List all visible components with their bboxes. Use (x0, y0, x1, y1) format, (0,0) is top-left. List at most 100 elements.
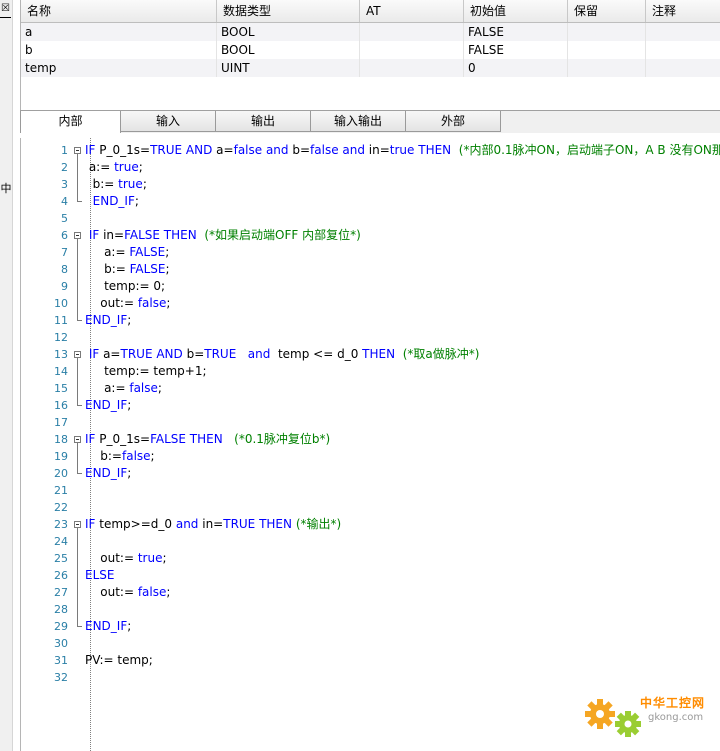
fold-end-mark (77, 320, 82, 321)
code-text[interactable]: b:=false; (85, 448, 154, 465)
fold-toggle-icon[interactable] (74, 351, 81, 358)
cell-comment[interactable] (646, 59, 720, 77)
fold-toggle-icon[interactable] (74, 436, 81, 443)
code-text[interactable]: b:= true; (85, 176, 147, 193)
code-text[interactable]: temp:= temp+1; (85, 363, 206, 380)
code-line[interactable]: 26 ELSE (21, 567, 720, 584)
code-text[interactable]: temp:= 0; (85, 278, 165, 295)
code-line[interactable]: 23 IF temp>=d_0 and in=TRUE THEN (*输出*) (21, 516, 720, 533)
code-text[interactable]: ELSE (85, 567, 114, 584)
code-line[interactable]: 6 IF in=FALSE THEN (*如果启动端OFF 内部复位*) (21, 227, 720, 244)
code-line[interactable]: 11 END_IF; (21, 312, 720, 329)
code-text[interactable]: END_IF; (85, 397, 131, 414)
cell-name[interactable]: a (21, 23, 217, 41)
cell-at[interactable] (360, 23, 464, 41)
table-row-empty[interactable] (21, 77, 720, 95)
code-line[interactable]: 1 IF P_0_1s=TRUE AND a=false and b=false … (21, 142, 720, 159)
code-text[interactable]: IF temp>=d_0 and in=TRUE THEN (*输出*) (85, 516, 341, 533)
code-line[interactable]: 24 (21, 533, 720, 550)
cell-name[interactable]: b (21, 41, 217, 59)
cell-at[interactable] (360, 41, 464, 59)
code-text[interactable]: END_IF; (85, 465, 131, 482)
tab-input-output[interactable]: 输入输出 (310, 111, 406, 132)
cell-type[interactable]: BOOL (217, 23, 360, 41)
code-text[interactable]: out:= false; (85, 295, 170, 312)
code-text[interactable]: END_IF; (85, 312, 131, 329)
code-text[interactable]: IF P_0_1s=TRUE AND a=false and b=false a… (85, 142, 720, 159)
line-number: 32 (54, 671, 68, 684)
code-line[interactable]: 18 IF P_0_1s=FALSE THEN (*0.1脉冲复位b*) (21, 431, 720, 448)
cell-at[interactable] (360, 59, 464, 77)
code-line[interactable]: 9 temp:= 0; (21, 278, 720, 295)
code-line[interactable]: 20 END_IF; (21, 465, 720, 482)
code-line[interactable]: 25 out:= true; (21, 550, 720, 567)
cell-initial[interactable]: FALSE (464, 23, 568, 41)
table-row[interactable]: a BOOL FALSE (21, 23, 720, 41)
code-line[interactable]: 3 b:= true; (21, 176, 720, 193)
cell-type[interactable]: BOOL (217, 41, 360, 59)
cell-name[interactable]: temp (21, 59, 217, 77)
cell-comment[interactable] (646, 23, 720, 41)
code-text[interactable]: PV:= temp; (85, 652, 153, 669)
code-text[interactable]: b:= FALSE; (85, 261, 170, 278)
column-header-at[interactable]: AT (360, 0, 464, 22)
code-line[interactable]: 13 IF a=TRUE AND b=TRUE and temp <= d_0 … (21, 346, 720, 363)
code-text[interactable]: out:= false; (85, 584, 170, 601)
code-line[interactable]: 32 (21, 669, 720, 686)
code-text[interactable]: END_IF; (85, 193, 139, 210)
cell-initial[interactable]: FALSE (464, 41, 568, 59)
code-line[interactable]: 8 b:= FALSE; (21, 261, 720, 278)
code-editor[interactable]: 1 IF P_0_1s=TRUE AND a=false and b=false … (20, 138, 720, 751)
code-line[interactable]: 4 END_IF; (21, 193, 720, 210)
table-row[interactable]: temp UINT 0 (21, 59, 720, 77)
code-line[interactable]: 7 a:= FALSE; (21, 244, 720, 261)
code-line[interactable]: 12 (21, 329, 720, 346)
code-line[interactable]: 19 b:=false; (21, 448, 720, 465)
code-text[interactable]: a:= true; (85, 159, 143, 176)
tab-internal[interactable]: 内部 (20, 111, 121, 133)
code-line[interactable]: 30 (21, 635, 720, 652)
cell-retain[interactable] (568, 23, 646, 41)
tab-output[interactable]: 输出 (215, 111, 311, 132)
column-header-comment[interactable]: 注释 (646, 0, 720, 22)
code-line[interactable]: 14 temp:= temp+1; (21, 363, 720, 380)
line-number: 11 (54, 314, 68, 327)
line-number: 25 (54, 552, 68, 565)
code-line[interactable]: 15 a:= false; (21, 380, 720, 397)
tab-input[interactable]: 输入 (120, 111, 216, 132)
code-text[interactable]: IF P_0_1s=FALSE THEN (*0.1脉冲复位b*) (85, 431, 330, 448)
close-icon[interactable]: ☒ (0, 2, 11, 18)
fold-end-mark (77, 405, 82, 406)
code-line[interactable]: 29 END_IF; (21, 618, 720, 635)
code-text[interactable]: a:= FALSE; (85, 244, 169, 261)
code-line[interactable]: 27 out:= false; (21, 584, 720, 601)
code-line[interactable]: 10 out:= false; (21, 295, 720, 312)
cell-type[interactable]: UINT (217, 59, 360, 77)
fold-toggle-icon[interactable] (74, 521, 81, 528)
code-text[interactable]: out:= true; (85, 550, 166, 567)
cell-comment[interactable] (646, 41, 720, 59)
column-header-type[interactable]: 数据类型 (217, 0, 360, 22)
table-row[interactable]: b BOOL FALSE (21, 41, 720, 59)
column-header-retain[interactable]: 保留 (568, 0, 646, 22)
fold-toggle-icon[interactable] (74, 147, 81, 154)
code-text[interactable]: a:= false; (85, 380, 162, 397)
code-line[interactable]: 21 (21, 482, 720, 499)
code-line[interactable]: 22 (21, 499, 720, 516)
code-line[interactable]: 17 (21, 414, 720, 431)
code-text[interactable]: IF in=FALSE THEN (*如果启动端OFF 内部复位*) (85, 227, 361, 244)
fold-toggle-icon[interactable] (74, 232, 81, 239)
cell-retain[interactable] (568, 41, 646, 59)
code-text[interactable]: IF a=TRUE AND b=TRUE and temp <= d_0 THE… (85, 346, 480, 363)
code-line[interactable]: 28 (21, 601, 720, 618)
code-line[interactable]: 2 a:= true; (21, 159, 720, 176)
code-text[interactable]: END_IF; (85, 618, 131, 635)
column-header-initial[interactable]: 初始值 (464, 0, 568, 22)
cell-initial[interactable]: 0 (464, 59, 568, 77)
column-header-name[interactable]: 名称 (21, 0, 217, 22)
tab-external[interactable]: 外部 (405, 111, 501, 132)
code-line[interactable]: 16 END_IF; (21, 397, 720, 414)
code-line[interactable]: 31 PV:= temp; (21, 652, 720, 669)
cell-retain[interactable] (568, 59, 646, 77)
code-line[interactable]: 5 (21, 210, 720, 227)
